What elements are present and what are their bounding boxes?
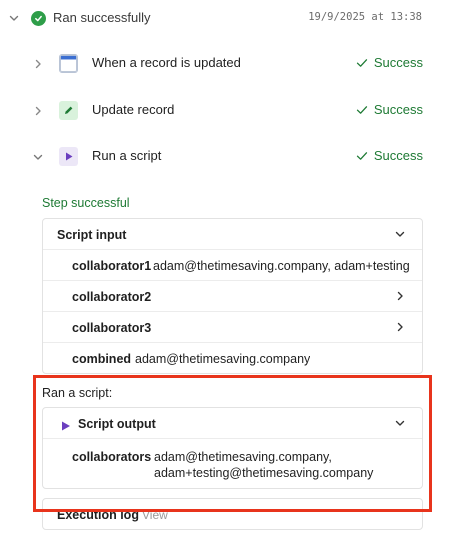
pencil-icon [59, 101, 78, 120]
step-status: Success [356, 148, 423, 163]
step-status: Success [356, 102, 423, 117]
output-row-collaborators: collaborators adam@thetimesaving.company… [43, 439, 422, 488]
output-key: collaborators [72, 450, 152, 464]
input-key: collaborator3 [72, 321, 152, 335]
input-key: collaborator2 [72, 290, 152, 304]
chevron-right-icon[interactable] [394, 290, 406, 305]
script-output-title: Script output [78, 417, 156, 431]
play-icon [61, 419, 71, 434]
script-input-card: Script input collaborator1 adam@thetimes… [42, 218, 423, 374]
chevron-down-icon[interactable] [394, 228, 406, 243]
chevron-right-icon[interactable] [31, 104, 45, 118]
step-row-trigger[interactable]: When a record is updated Success [0, 49, 449, 79]
input-value: adam@thetimesaving.company, adam+testing… [153, 259, 410, 273]
step-status-label: Success [373, 102, 423, 117]
step-status: Success [356, 55, 423, 70]
input-row-collaborator2[interactable]: collaborator2 [43, 281, 422, 312]
check-icon [356, 151, 368, 160]
chevron-down-icon[interactable] [7, 11, 21, 25]
execution-log-card[interactable]: Execution log View [42, 498, 423, 530]
script-input-header[interactable]: Script input [43, 219, 422, 250]
view-log-link[interactable]: View [142, 508, 168, 522]
chevron-down-icon[interactable] [31, 150, 45, 164]
step-row-update-record[interactable]: Update record Success [0, 96, 449, 126]
script-output-header[interactable]: Script output [43, 408, 422, 439]
input-key: collaborator1 [72, 259, 152, 273]
input-row-combined: combined adam@thetimesaving.company [43, 343, 422, 374]
output-value-line1: adam@thetimesaving.company, [154, 450, 332, 464]
check-icon [356, 58, 368, 67]
run-status-title: Ran successfully [53, 10, 151, 25]
output-value-line2: adam+testing@thetimesaving.company [154, 466, 374, 480]
step-label: Update record [92, 102, 175, 117]
step-label: When a record is updated [92, 55, 241, 70]
check-icon [356, 105, 368, 114]
chevron-right-icon[interactable] [394, 321, 406, 336]
success-check-icon [31, 11, 46, 26]
ran-script-label: Ran a script: [42, 386, 113, 400]
script-input-title: Script input [57, 228, 127, 242]
step-status-label: Success [373, 55, 423, 70]
input-value: adam@thetimesaving.company [135, 352, 311, 366]
run-header[interactable]: Ran successfully 19/9/2025 at 13:38 [0, 0, 449, 36]
step-label: Run a script [92, 148, 162, 163]
execution-log-title: Execution log [57, 508, 139, 522]
chevron-down-icon[interactable] [394, 417, 406, 432]
input-key: combined [72, 352, 132, 366]
chevron-right-icon[interactable] [31, 57, 45, 71]
step-success-note: Step successful [42, 196, 130, 210]
input-row-collaborator1: collaborator1 adam@thetimesaving.company… [43, 250, 422, 281]
script-output-card: Script output collaborators adam@thetime… [42, 407, 423, 489]
step-row-run-script[interactable]: Run a script Success [0, 142, 449, 172]
trigger-window-icon [59, 54, 78, 73]
run-timestamp: 19/9/2025 at 13:38 [308, 11, 422, 23]
input-row-collaborator3[interactable]: collaborator3 [43, 312, 422, 343]
step-status-label: Success [373, 148, 423, 163]
play-icon [59, 147, 78, 166]
